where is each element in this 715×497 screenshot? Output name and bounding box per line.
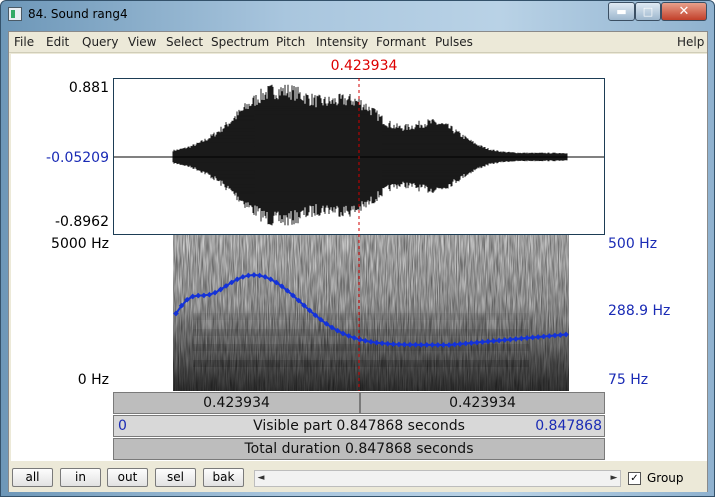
visible-end-label: 0.847868 [535, 418, 602, 434]
menu-view[interactable]: View [128, 35, 156, 49]
app-icon [8, 7, 22, 21]
maximize-button[interactable]: □ [635, 2, 661, 21]
spectrogram-bottom-label: 0 Hz [77, 372, 109, 388]
spectrogram-texture [173, 235, 569, 391]
pitch-mid-label: 288.9 Hz [608, 303, 671, 319]
menu-select[interactable]: Select [166, 35, 203, 49]
menu-intensity[interactable]: Intensity [316, 35, 368, 49]
menu-help[interactable]: Help [677, 35, 704, 49]
menu-edit[interactable]: Edit [46, 35, 69, 49]
sel-button[interactable]: sel [155, 468, 196, 487]
bak-button[interactable]: bak [203, 468, 244, 487]
close-button[interactable]: ✕ [661, 2, 707, 21]
segment-left-bar[interactable]: 0.423934 [113, 392, 360, 414]
menu-spectrum[interactable]: Spectrum [211, 35, 269, 49]
minimize-button[interactable]: ▬ [608, 2, 635, 21]
editor-client-area: File Edit Query View Select Spectrum Pit… [8, 31, 708, 492]
scroll-right-icon[interactable]: ► [608, 471, 620, 486]
visible-start-label: 0 [118, 418, 127, 434]
group-checkbox[interactable]: ✓ [628, 472, 641, 485]
menu-pulses[interactable]: Pulses [435, 35, 473, 49]
title-bar[interactable]: 84. Sound rang4 ▬ □ ✕ [1, 1, 714, 28]
horizontal-scrollbar[interactable]: ◄ ► [254, 470, 621, 487]
menu-query[interactable]: Query [82, 35, 118, 49]
segment-right-bar[interactable]: 0.423934 [360, 392, 605, 414]
spectrogram-top-label: 5000 Hz [51, 236, 109, 252]
menu-file[interactable]: File [14, 35, 34, 49]
pitch-bottom-label: 75 Hz [608, 372, 649, 388]
waveform-trace [172, 84, 568, 226]
menu-formant[interactable]: Formant [376, 35, 426, 49]
wave-mid-label: -0.05209 [46, 150, 109, 166]
window-title: 84. Sound rang4 [28, 7, 128, 21]
pitch-top-label: 500 Hz [608, 236, 658, 252]
in-button[interactable]: in [60, 468, 101, 487]
cursor-time-label: 0.423934 [330, 58, 398, 74]
waveform-panel[interactable] [113, 78, 605, 235]
editor-window: 84. Sound rang4 ▬ □ ✕ File Edit Query Vi… [0, 0, 715, 497]
waveform [114, 84, 604, 226]
wave-min-label: -0.8962 [54, 214, 109, 230]
total-duration-bar[interactable]: Total duration 0.847868 seconds [113, 438, 605, 460]
group-label: Group [647, 471, 684, 485]
out-button[interactable]: out [107, 468, 148, 487]
spectrogram-panel[interactable] [113, 235, 605, 391]
spectrogram [173, 235, 569, 391]
menu-bar: File Edit Query View Select Spectrum Pit… [9, 32, 707, 53]
wave-max-label: 0.881 [68, 80, 109, 96]
scroll-left-icon[interactable]: ◄ [255, 471, 267, 486]
bottom-toolbar: all in out sel bak ◄ ► ✓ Group [9, 463, 707, 492]
visible-part-label: Visible part 0.847868 seconds [253, 418, 465, 434]
visible-part-bar[interactable]: 0 Visible part 0.847868 seconds 0.847868 [113, 415, 605, 437]
all-button[interactable]: all [12, 468, 53, 487]
menu-pitch[interactable]: Pitch [276, 35, 305, 49]
